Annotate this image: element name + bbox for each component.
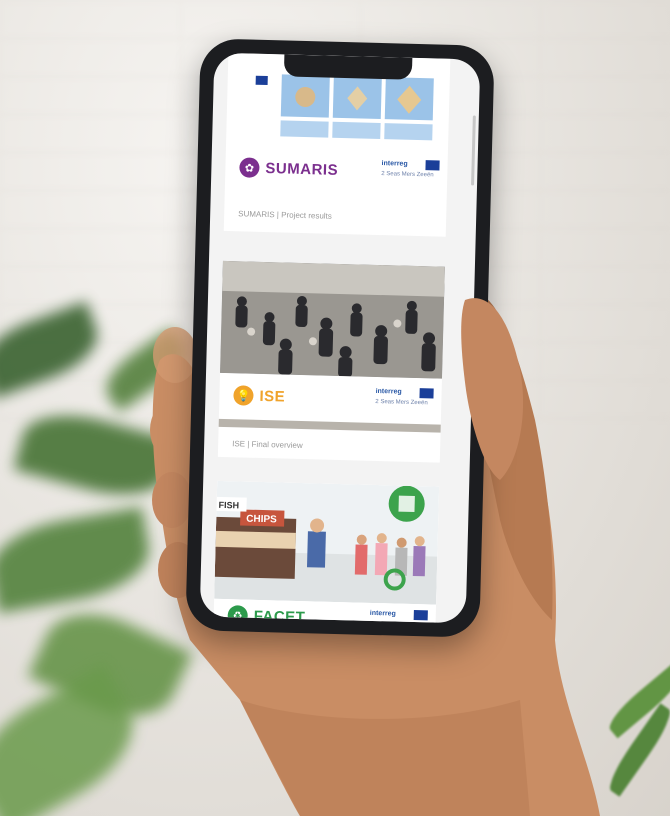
event-crowd-photo [220,260,445,379]
svg-text:FISH: FISH [218,500,239,511]
eu-flag-icon [425,160,440,171]
smartphone: ✿ SUMARIS interreg 2 Seas Mers Zeeën SUM… [185,38,495,638]
ise-lightbulb-icon: 💡 [233,385,254,406]
sumaris-logo-icon: ✿ [239,157,260,178]
eu-flag-icon [419,388,434,399]
interreg-logo: interreg 2 Seas Mers Zeeën [381,157,442,185]
thumbnail-image [280,74,330,118]
project-card-facet[interactable]: CHIPS FISH ♻ FACET interreg [213,480,440,624]
thumbnail-image [332,75,382,119]
interreg-logo: interreg 2 Seas Mers Zeeën [375,385,436,413]
thumbnail-image [384,77,434,121]
card-title-row: 💡 ISE interreg 2 Seas Mers Zeeën [219,377,442,419]
facet-logo-icon: ♻ [227,605,248,624]
photo-scene: ✿ SUMARIS interreg 2 Seas Mers Zeeën SUM… [0,0,670,816]
card-title-row: ♻ FACET interreg [213,601,436,624]
photo-strip [218,418,441,433]
interreg-logo: interreg [369,607,430,624]
thumbnail-image [384,123,433,141]
thumbnail-image [332,121,381,139]
card-caption: ISE | Final overview [232,439,303,451]
project-name[interactable]: FACET [253,607,305,623]
project-card-sumaris[interactable]: ✿ SUMARIS interreg 2 Seas Mers Zeeën SUM… [223,52,452,237]
phone-notch [283,54,413,80]
eu-flag-icon [413,610,428,621]
svg-text:CHIPS: CHIPS [246,514,277,526]
project-name[interactable]: SUMARIS [265,159,338,178]
illustration-image: CHIPS FISH [214,480,440,605]
project-card-ise[interactable]: 💡 ISE interreg 2 Seas Mers Zeeën ISE | F… [217,260,445,463]
crowd-image [220,260,445,379]
phone-screen[interactable]: ✿ SUMARIS interreg 2 Seas Mers Zeeën SUM… [199,52,481,624]
card-title-row: ✿ SUMARIS interreg 2 Seas Mers Zeeën [225,149,448,191]
project-thumbnails [270,74,452,143]
scrollbar[interactable] [471,115,476,186]
fish-chips-illustration: CHIPS FISH [214,480,440,605]
project-name[interactable]: ISE [259,387,285,405]
thumbnail-image [280,120,329,138]
card-caption: SUMARIS | Project results [238,209,332,221]
eu-flag-icon [255,75,268,86]
